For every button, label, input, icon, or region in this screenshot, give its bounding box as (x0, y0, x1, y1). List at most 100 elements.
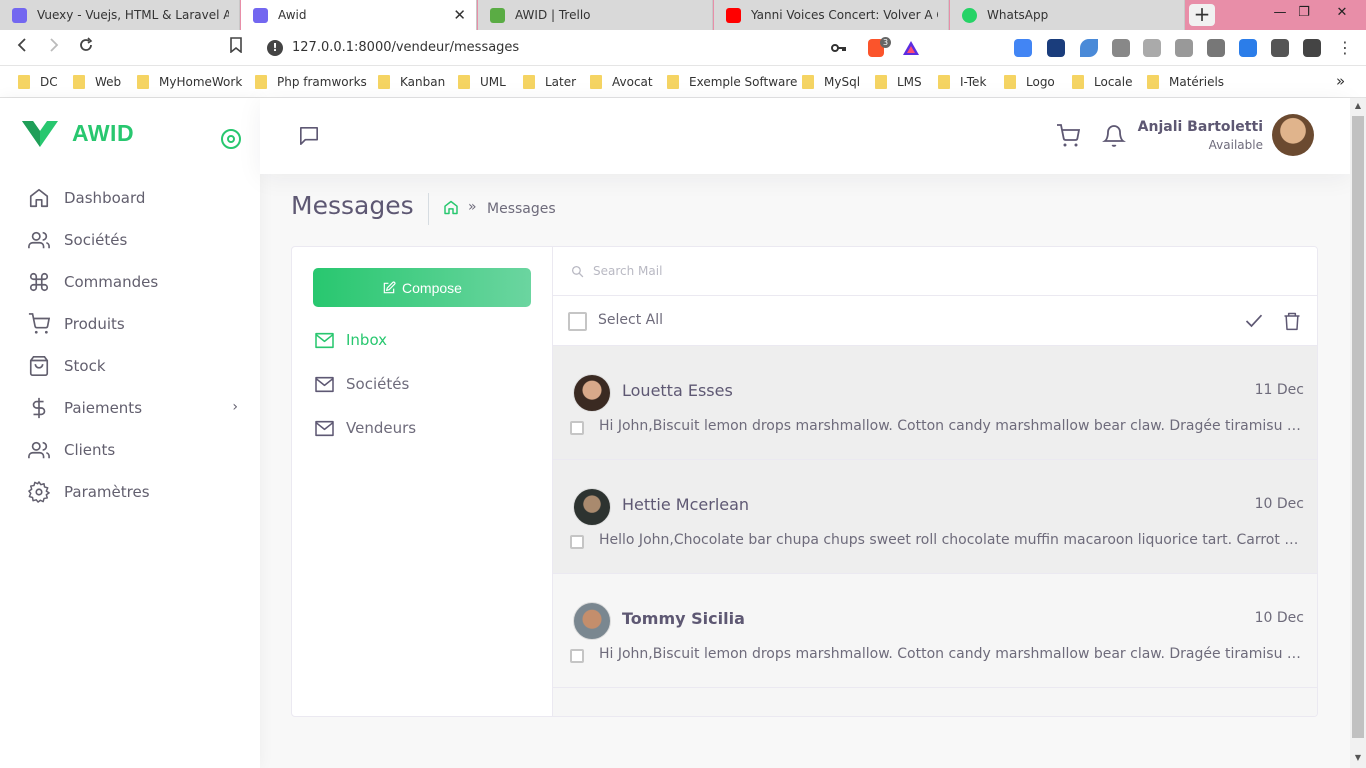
bookmark-folder[interactable]: Php framworks (255, 73, 367, 91)
bookmark-folder[interactable]: Locale (1072, 73, 1132, 91)
reload-icon[interactable] (75, 37, 97, 59)
bookmark-folder[interactable]: UML (458, 73, 506, 91)
new-tab-button[interactable]: + (1189, 4, 1215, 26)
compose-label: Compose (402, 279, 462, 296)
translate-icon[interactable] (1014, 39, 1032, 57)
bookmark-folder[interactable]: DC (18, 73, 58, 91)
sidebar-item-commandes[interactable]: Commandes (28, 267, 248, 297)
browser-tab-active[interactable]: Awid ✕ (241, 0, 477, 30)
sidebar-item-produits[interactable]: Produits (28, 309, 248, 339)
bookmark-folder[interactable]: MyHomeWork (137, 73, 242, 91)
analytics-icon[interactable] (1047, 39, 1065, 57)
url-text[interactable]: 127.0.0.1:8000/vendeur/messages (292, 40, 519, 55)
bookmark-folder[interactable]: LMS (875, 73, 922, 91)
close-tab-icon[interactable]: ✕ (453, 6, 466, 24)
folder-icon (1072, 75, 1084, 89)
browser-tab[interactable]: Vuexy - Vuejs, HTML & Laravel Admin (0, 0, 240, 30)
email-checkbox[interactable] (570, 649, 584, 663)
translate-page-icon[interactable] (1175, 39, 1193, 57)
email-checkbox[interactable] (570, 535, 584, 549)
breadcrumb-divider (428, 193, 429, 225)
folder-icon (73, 75, 85, 89)
scroll-up-icon[interactable]: ▲ (1352, 101, 1364, 110)
email-checkbox[interactable] (570, 421, 584, 435)
fi-extension-icon[interactable] (1239, 39, 1257, 57)
users-icon (28, 231, 50, 249)
browser-tab-bar: Vuexy - Vuejs, HTML & Laravel Admin Awid… (0, 0, 1366, 30)
tab-title: Yanni Voices Concert: Volver A Cr (751, 8, 938, 22)
bookmark-folder[interactable]: Matériels (1147, 73, 1224, 91)
brave-rewards-icon[interactable] (902, 40, 920, 56)
trash-icon[interactable] (1282, 310, 1302, 332)
menu-icon[interactable]: ⋮ (1334, 37, 1356, 59)
tab-title: Vuexy - Vuejs, HTML & Laravel Admin (37, 8, 229, 22)
playlist-icon[interactable] (1303, 39, 1321, 57)
key-icon[interactable] (831, 42, 847, 54)
avatar[interactable] (1272, 114, 1314, 156)
sidebar-item-label: Clients (64, 441, 116, 459)
bookmark-folder[interactable]: I-Tek (938, 73, 986, 91)
home-icon[interactable] (443, 199, 459, 216)
bookmark-folder[interactable]: Kanban (378, 73, 445, 91)
folder-icon (137, 75, 149, 89)
email-sender: Tommy Sicilia (622, 609, 745, 628)
bookmark-folder[interactable]: Exemple Software (667, 73, 797, 91)
folder-societes[interactable]: Sociétés (314, 372, 409, 396)
select-all-checkbox[interactable] (568, 312, 587, 331)
forward-icon[interactable] (43, 37, 65, 59)
folder-vendeurs[interactable]: Vendeurs (314, 416, 416, 440)
sidebar-item-stock[interactable]: Stock (28, 351, 248, 381)
browser-tab[interactable]: WhatsApp (950, 0, 1185, 30)
users-icon (28, 441, 50, 459)
browser-tab[interactable]: AWID | Trello (478, 0, 713, 30)
email-list: Louetta Esses 11 Dec Hi John,Biscuit lem… (553, 346, 1317, 716)
search-input[interactable] (593, 259, 1293, 283)
windows-icon[interactable] (1207, 39, 1225, 57)
folder-inbox[interactable]: Inbox (314, 328, 387, 352)
screenshot-icon[interactable] (1143, 39, 1161, 57)
home-icon (29, 188, 49, 208)
close-window-icon[interactable]: ✕ (1326, 0, 1358, 28)
avatar (573, 488, 611, 526)
top-navbar: Anjali Bartoletti Available (260, 98, 1350, 174)
email-app: Compose Inbox Sociétés Vendeurs Select A… (291, 246, 1318, 717)
check-icon[interactable] (1244, 311, 1264, 331)
scroll-down-icon[interactable]: ▼ (1352, 753, 1364, 762)
sidebar-item-parametres[interactable]: Paramètres (28, 477, 248, 507)
url-field[interactable]: ! 127.0.0.1:8000/vendeur/messages 3 (257, 34, 927, 62)
bookmark-folder[interactable]: Later (523, 73, 576, 91)
sidebar-item-dashboard[interactable]: Dashboard (28, 183, 248, 213)
folder-icon (667, 75, 679, 89)
sidebar-item-clients[interactable]: Clients (28, 435, 248, 465)
logo[interactable]: AWID (22, 120, 134, 147)
bookmark-folder[interactable]: MySql (802, 73, 860, 91)
info-icon[interactable]: ! (267, 40, 283, 56)
puzzle-icon[interactable] (1271, 39, 1289, 57)
bookmark-folder[interactable]: Avocat (590, 73, 653, 91)
browser-tab[interactable]: Yanni Voices Concert: Volver A Cr (714, 0, 949, 30)
sidebar-item-paiements[interactable]: Paiements › (28, 393, 248, 423)
cart-icon[interactable] (1056, 124, 1080, 148)
email-item[interactable]: Louetta Esses 11 Dec Hi John,Biscuit lem… (553, 346, 1317, 460)
folder-icon (255, 75, 267, 89)
user-name[interactable]: Anjali Bartoletti (1138, 119, 1263, 135)
bookmarks-more-icon[interactable]: » (1336, 72, 1345, 90)
email-item[interactable]: Hettie Mcerlean 10 Dec Hello John,Chocol… (553, 460, 1317, 574)
bookmark-folder[interactable]: Web (73, 73, 121, 91)
sidebar-item-societes[interactable]: Sociétés (28, 225, 248, 255)
chat-icon[interactable] (298, 126, 320, 146)
collapse-toggle-icon[interactable] (221, 129, 241, 149)
mail-icon (315, 420, 334, 436)
compose-button[interactable]: Compose (313, 268, 531, 307)
tab-title: Awid (278, 8, 307, 22)
restore-icon[interactable]: ❐ (1288, 0, 1320, 28)
bookmark-folder[interactable]: Logo (1004, 73, 1055, 91)
feather-icon[interactable] (1080, 39, 1098, 57)
select-all-label[interactable]: Select All (598, 312, 663, 328)
back-icon[interactable] (11, 37, 33, 59)
email-item[interactable]: Tommy Sicilia 10 Dec Hi John,Biscuit lem… (553, 574, 1317, 688)
scrollbar-thumb[interactable] (1352, 116, 1364, 738)
bookmark-icon[interactable] (225, 37, 247, 59)
bell-icon[interactable] (1102, 124, 1126, 148)
camera-icon[interactable] (1112, 39, 1130, 57)
